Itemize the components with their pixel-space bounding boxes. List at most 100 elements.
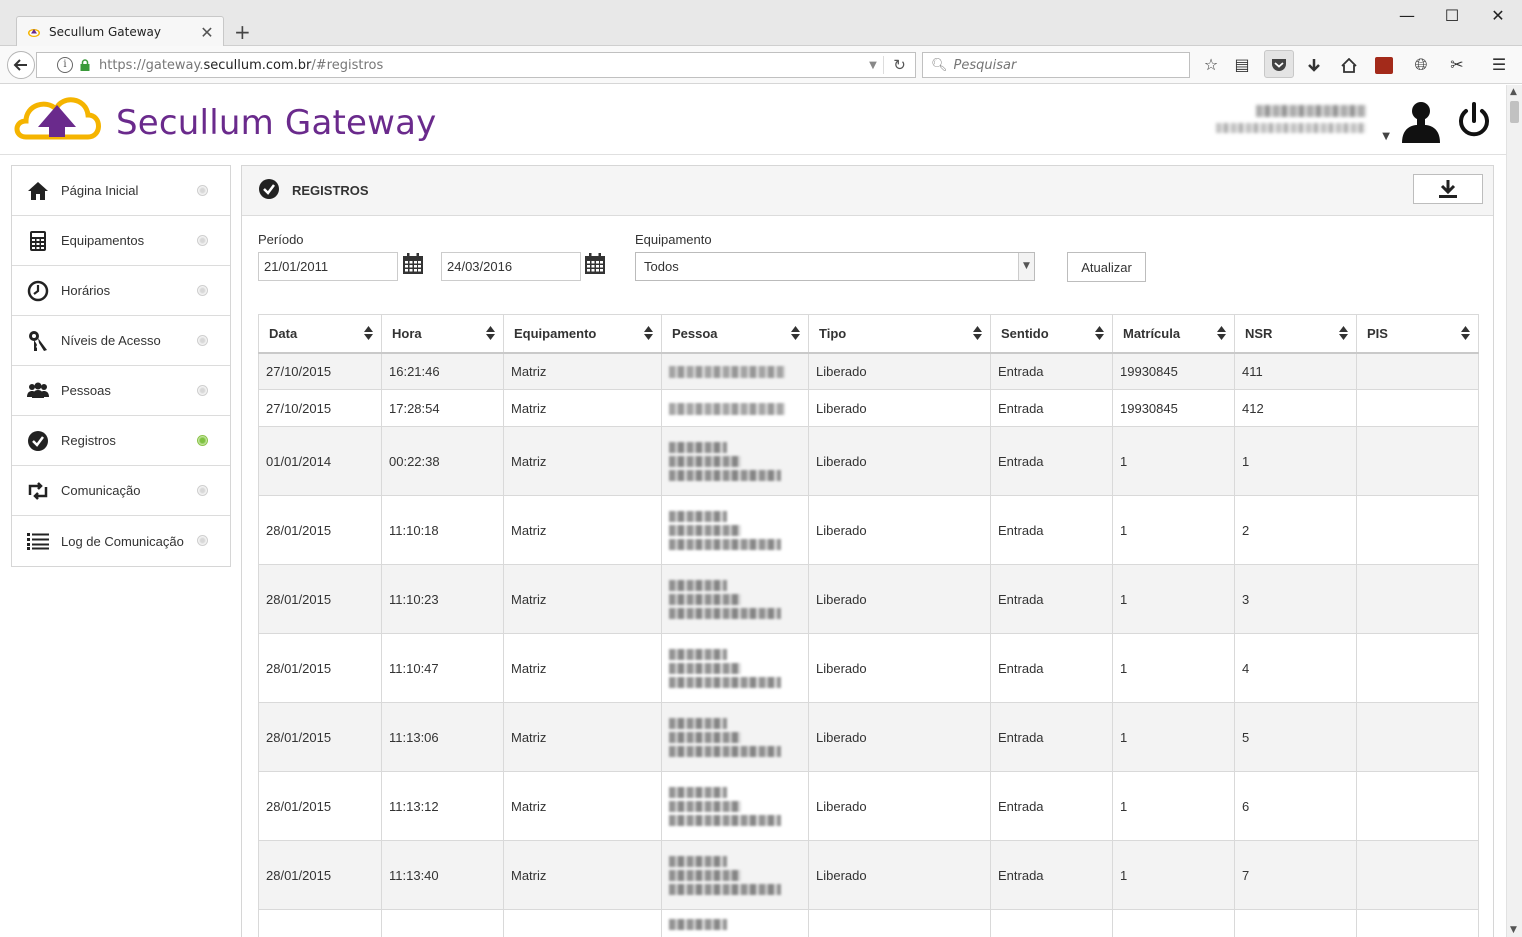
date-from-input[interactable]	[258, 252, 398, 281]
cell-matricula: 1	[1112, 633, 1235, 703]
check-circle-icon	[259, 179, 279, 199]
col-header-hora[interactable]: Hora	[381, 314, 504, 354]
col-header-nsr[interactable]: NSR	[1234, 314, 1357, 354]
sidebar-item-pessoas[interactable]: Pessoas	[12, 366, 230, 416]
back-button[interactable]	[7, 51, 35, 79]
date-to-input[interactable]	[441, 252, 581, 281]
atualizar-button[interactable]: Atualizar	[1067, 252, 1146, 282]
new-tab-button[interactable]: +	[234, 20, 251, 44]
reading-list-icon[interactable]: ▤	[1231, 55, 1253, 75]
cell-pis	[1356, 909, 1479, 937]
secullum-favicon-icon	[27, 25, 41, 39]
secullum-logo[interactable]	[12, 91, 102, 148]
pocket-icon[interactable]	[1264, 50, 1294, 78]
app-header: Secullum Gateway ▼	[0, 85, 1506, 155]
table-row[interactable]: 28/01/2015 11:13:06 Matriz Liberado Entr…	[258, 702, 1479, 772]
col-header-tipo[interactable]: Tipo	[808, 314, 991, 354]
search-input[interactable]	[953, 57, 1174, 73]
table-row[interactable]: 28/01/2015 11:10:18 Matriz Liberado Entr…	[258, 495, 1479, 565]
cell-tipo: Liberado	[808, 495, 991, 565]
sidebar-item-horarios[interactable]: Horários	[12, 266, 230, 316]
pessoa-name-redacted	[669, 648, 808, 688]
panel-header: REGISTROS	[242, 166, 1493, 216]
globe-icon[interactable]: 🌐︎	[1410, 55, 1432, 75]
col-header-pessoa[interactable]: Pessoa	[661, 314, 809, 354]
user-name-redacted	[1256, 105, 1366, 117]
user-menu-caret-icon[interactable]: ▼	[1382, 131, 1390, 142]
status-dot	[197, 485, 208, 496]
registros-panel: REGISTROS Período Equipamento Todos ▼ At…	[241, 165, 1494, 937]
col-header-matricula[interactable]: Matrícula	[1112, 314, 1235, 354]
col-header-data[interactable]: Data	[258, 314, 382, 354]
cell-hora: 17:28:54	[381, 389, 504, 427]
table-row[interactable]: 01/01/2014 00:22:38 Matriz Liberado Entr…	[258, 426, 1479, 496]
bookmark-star-icon[interactable]: ☆	[1200, 55, 1222, 75]
page-scrollbar[interactable]: ▲ ▼	[1506, 85, 1522, 937]
extension-tools-icon[interactable]: ✂	[1446, 55, 1468, 75]
table-row[interactable]: 27/10/2015 17:28:54 Matriz Liberado Entr…	[258, 389, 1479, 427]
cell-pis	[1356, 495, 1479, 565]
cell-data: 27/10/2015	[258, 389, 382, 427]
cell-matricula: 19930845	[1112, 352, 1235, 390]
col-header-sentido[interactable]: Sentido	[990, 314, 1113, 354]
tab-close-icon[interactable]: ✕	[197, 23, 217, 42]
cell-pis	[1356, 564, 1479, 634]
people-icon	[26, 379, 50, 403]
cell-nsr: 4	[1234, 633, 1357, 703]
cell-sentido	[990, 909, 1113, 937]
scroll-down-icon[interactable]: ▼	[1510, 925, 1517, 935]
sidebar-item-equipamentos[interactable]: Equipamentos	[12, 216, 230, 266]
info-icon[interactable]: i	[57, 57, 73, 73]
sort-icon	[486, 326, 495, 340]
col-header-equipamento[interactable]: Equipamento	[503, 314, 662, 354]
download-icon[interactable]	[1303, 55, 1325, 75]
cell-pessoa	[661, 840, 809, 910]
table-row[interactable]: 28/01/2015 11:13:12 Matriz Liberado Entr…	[258, 771, 1479, 841]
cell-equipamento: Matriz	[503, 426, 662, 496]
cell-sentido: Entrada	[990, 389, 1113, 427]
sidebar-item-comunicacao[interactable]: Comunicação	[12, 466, 230, 516]
address-bar[interactable]: i https://gateway.secullum.com.br/#regis…	[36, 52, 916, 78]
cell-equipamento: Matriz	[503, 771, 662, 841]
extension-red-icon[interactable]	[1375, 57, 1393, 74]
sort-icon	[1461, 326, 1470, 340]
scroll-up-icon[interactable]: ▲	[1510, 87, 1517, 97]
col-header-pis[interactable]: PIS	[1356, 314, 1479, 354]
calendar-from-icon[interactable]	[402, 253, 424, 275]
cell-pessoa	[661, 564, 809, 634]
equipamento-select[interactable]: Todos ▼	[635, 252, 1035, 281]
power-icon[interactable]	[1456, 101, 1492, 141]
home-browser-icon[interactable]	[1338, 55, 1360, 75]
calendar-to-icon[interactable]	[584, 253, 606, 275]
reload-icon[interactable]: ↻	[883, 56, 915, 74]
menu-icon[interactable]: ☰	[1488, 55, 1510, 75]
cell-nsr: 6	[1234, 771, 1357, 841]
cell-pis	[1356, 840, 1479, 910]
cell-pis	[1356, 352, 1479, 390]
export-download-button[interactable]	[1413, 174, 1483, 204]
sidebar-item-log-de-comunicacao[interactable]: Log de Comunicação	[12, 516, 230, 566]
sidebar-item-pagina-inicial[interactable]: Página Inicial	[12, 166, 230, 216]
user-avatar-icon[interactable]	[1398, 99, 1444, 145]
search-bar[interactable]: 🔍︎	[922, 52, 1190, 78]
sidebar-item-niveis-de-acesso[interactable]: Níveis de Acesso	[12, 316, 230, 366]
cell-pessoa	[661, 771, 809, 841]
table-row[interactable]: 27/10/2015 16:21:46 Matriz Liberado Entr…	[258, 352, 1479, 390]
cell-hora: 00:22:38	[381, 426, 504, 496]
cell-matricula: 19930845	[1112, 389, 1235, 427]
cell-equipamento: Matriz	[503, 633, 662, 703]
browser-tab[interactable]: Secullum Gateway ✕	[16, 16, 224, 47]
sidebar-item-registros[interactable]: Registros	[12, 416, 230, 466]
cell-tipo: Liberado	[808, 352, 991, 390]
table-row[interactable]: 28/01/2015 11:13:40 Matriz Liberado Entr…	[258, 840, 1479, 910]
maximize-button[interactable]: ☐	[1437, 6, 1467, 25]
close-window-button[interactable]: ✕	[1483, 6, 1513, 25]
table-row-partial[interactable]	[258, 909, 1479, 937]
table-row[interactable]: 28/01/2015 11:10:47 Matriz Liberado Entr…	[258, 633, 1479, 703]
url-dropdown-icon[interactable]: ▼	[863, 60, 883, 71]
active-status-dot	[197, 435, 208, 446]
download-icon	[1439, 180, 1457, 198]
scroll-thumb[interactable]	[1510, 101, 1519, 123]
minimize-button[interactable]: —	[1392, 6, 1422, 25]
table-row[interactable]: 28/01/2015 11:10:23 Matriz Liberado Entr…	[258, 564, 1479, 634]
